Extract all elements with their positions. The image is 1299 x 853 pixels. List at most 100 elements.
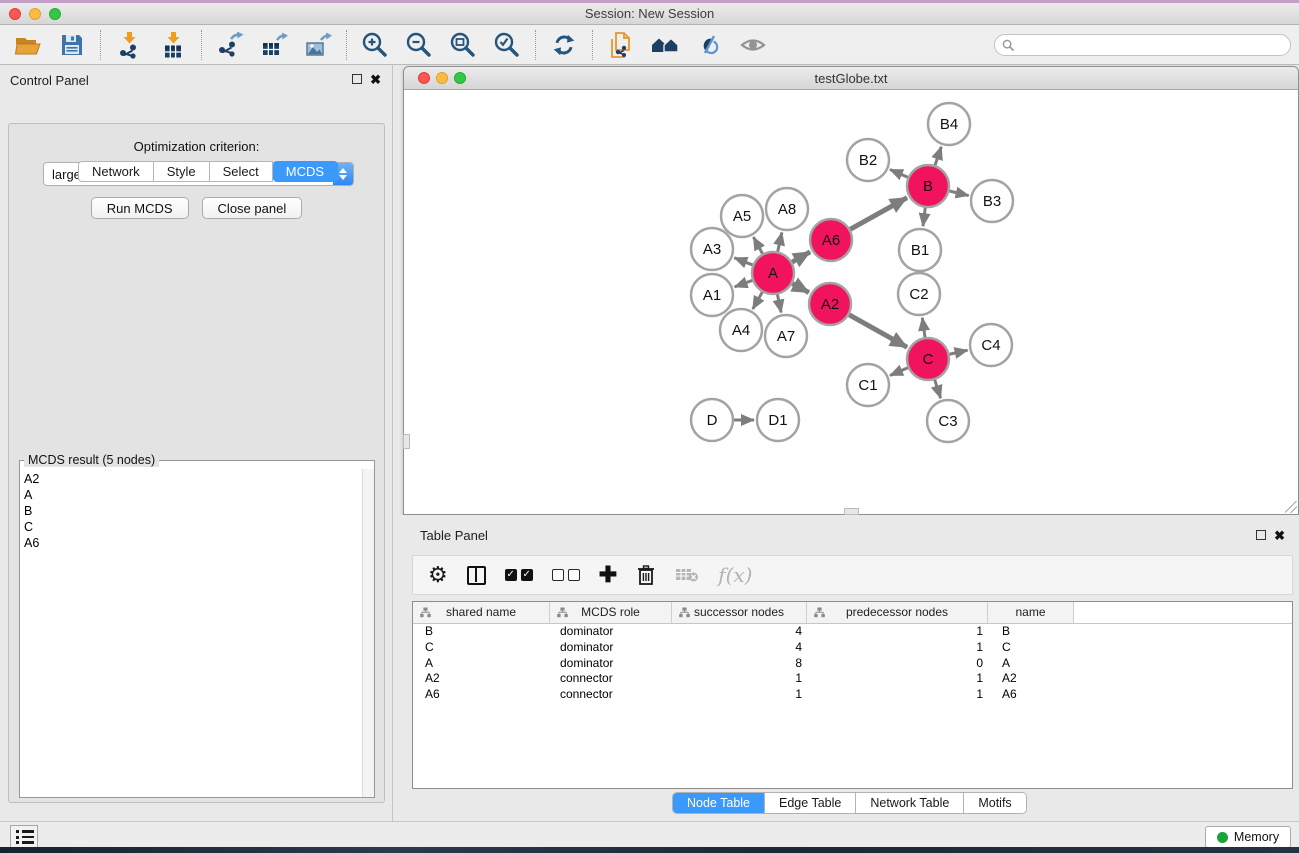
refresh-icon[interactable]	[549, 30, 579, 60]
node-A[interactable]: A	[752, 252, 794, 294]
run-mcds-button[interactable]: Run MCDS	[91, 197, 189, 219]
node-B4[interactable]: B4	[928, 103, 970, 145]
zoom-fit-icon[interactable]	[448, 30, 478, 60]
tab-edge-table[interactable]: Edge Table	[764, 793, 855, 813]
table-row[interactable]: Cdominator41C	[413, 640, 1292, 656]
node-B2[interactable]: B2	[847, 139, 889, 181]
export-image-icon[interactable]	[303, 30, 333, 60]
edge-C-C3[interactable]	[935, 380, 941, 398]
result-item[interactable]: B	[24, 503, 362, 519]
save-session-icon[interactable]	[57, 30, 87, 60]
edge-A-A2[interactable]	[792, 284, 809, 293]
toggle-graphics-details-icon[interactable]	[694, 30, 724, 60]
table-row[interactable]: A2connector11A2	[413, 671, 1292, 687]
table-row[interactable]: A6connector11A6	[413, 687, 1292, 703]
preview-eye-icon[interactable]	[738, 30, 768, 60]
node-D[interactable]: D	[691, 399, 733, 441]
node-A1[interactable]: A1	[691, 274, 733, 316]
tab-mcds[interactable]: MCDS	[273, 161, 338, 182]
task-history-button[interactable]	[10, 825, 38, 849]
delete-row-icon[interactable]	[636, 562, 656, 588]
node-D1[interactable]: D1	[757, 399, 799, 441]
edge-A2-C[interactable]	[849, 315, 907, 347]
import-network-icon[interactable]	[114, 30, 144, 60]
node-B[interactable]: B	[907, 165, 949, 207]
column-header-MCDS-role[interactable]: MCDS role	[550, 602, 672, 623]
tab-network[interactable]: Network	[78, 161, 154, 182]
add-row-icon[interactable]: ✚	[599, 562, 617, 588]
edge-A-A5[interactable]	[753, 237, 762, 254]
node-B1[interactable]: B1	[899, 229, 941, 271]
edge-A-A1[interactable]	[735, 280, 753, 286]
close-panel-icon[interactable]: ✖	[370, 73, 381, 86]
column-header-shared-name[interactable]: shared name	[413, 602, 550, 623]
node-A6[interactable]: A6	[810, 219, 852, 261]
column-header-name[interactable]: name	[988, 602, 1074, 623]
tab-network-table[interactable]: Network Table	[855, 793, 963, 813]
window-resize-grip[interactable]	[1285, 501, 1297, 513]
show-columns-icon[interactable]	[467, 562, 486, 588]
edge-C-C4[interactable]	[949, 350, 967, 354]
column-header-successor-nodes[interactable]: successor nodes	[672, 602, 807, 623]
search-input[interactable]	[1015, 36, 1290, 54]
network-graph[interactable]: A5A8 A3A1A4A7 A A6 A2 B B2 B4B3 B1 C C2 C4 C1 C3 D D1	[404, 90, 1298, 514]
memory-button[interactable]: Memory	[1205, 826, 1291, 848]
deselect-all-icon[interactable]	[552, 562, 580, 588]
node-C4[interactable]: C4	[970, 324, 1012, 366]
mcds-result-list[interactable]: A2ABCA6	[20, 469, 362, 797]
canvas-left-scrollbar-nub[interactable]	[403, 434, 410, 449]
edge-A-A6[interactable]	[792, 252, 810, 262]
float-panel-icon[interactable]	[352, 74, 362, 84]
canvas-bottom-scrollbar-nub[interactable]	[844, 508, 859, 515]
table-row[interactable]: Adominator80A	[413, 656, 1292, 672]
result-item[interactable]: C	[24, 519, 362, 535]
node-A5[interactable]: A5	[721, 195, 763, 237]
table-row[interactable]: Bdominator41B	[413, 624, 1292, 640]
tab-select[interactable]: Select	[210, 161, 273, 182]
clone-network-icon[interactable]	[606, 30, 636, 60]
node-C[interactable]: C	[907, 338, 949, 380]
open-file-icon[interactable]	[13, 30, 43, 60]
node-table[interactable]: shared nameMCDS rolesuccessor nodesprede…	[412, 601, 1293, 789]
export-table-icon[interactable]	[259, 30, 289, 60]
node-A3[interactable]: A3	[691, 228, 733, 270]
settings-gear-icon[interactable]: ⚙	[428, 562, 448, 588]
table-close-panel-icon[interactable]: ✖	[1274, 529, 1285, 542]
edge-A-A4[interactable]	[753, 292, 762, 309]
result-item[interactable]: A6	[24, 535, 362, 551]
zoom-selected-icon[interactable]	[492, 30, 522, 60]
node-C2[interactable]: C2	[898, 273, 940, 315]
node-C1[interactable]: C1	[847, 364, 889, 406]
home-layout-icon[interactable]	[650, 30, 680, 60]
edge-A6-B[interactable]	[850, 198, 907, 230]
result-scrollbar[interactable]	[362, 469, 374, 797]
edge-C-C2[interactable]	[922, 318, 925, 337]
edge-B-B1[interactable]	[923, 208, 925, 226]
node-C3[interactable]: C3	[927, 400, 969, 442]
result-item[interactable]: A	[24, 487, 362, 503]
zoom-in-icon[interactable]	[360, 30, 390, 60]
tab-node-table[interactable]: Node Table	[673, 793, 764, 813]
edge-A-A3[interactable]	[734, 258, 752, 265]
table-float-panel-icon[interactable]	[1256, 530, 1266, 540]
select-all-icon[interactable]: ✓✓	[505, 562, 533, 588]
node-A8[interactable]: A8	[766, 188, 808, 230]
tab-style[interactable]: Style	[154, 161, 210, 182]
node-A2[interactable]: A2	[809, 283, 851, 325]
edge-C-C1[interactable]	[890, 368, 908, 376]
export-network-icon[interactable]	[215, 30, 245, 60]
search-box[interactable]	[994, 34, 1291, 56]
network-canvas[interactable]: A5A8 A3A1A4A7 A A6 A2 B B2 B4B3 B1 C C2 C4 C1 C3 D D1	[404, 90, 1298, 514]
edge-B-B4[interactable]	[935, 147, 941, 165]
import-table-icon[interactable]	[158, 30, 188, 60]
edge-A-A7[interactable]	[777, 295, 781, 313]
node-A4[interactable]: A4	[720, 309, 762, 351]
result-item[interactable]: A2	[24, 471, 362, 487]
node-A7[interactable]: A7	[765, 315, 807, 357]
tab-motifs[interactable]: Motifs	[963, 793, 1025, 813]
node-B3[interactable]: B3	[971, 180, 1013, 222]
edge-B-B3[interactable]	[949, 191, 968, 196]
column-header-predecessor-nodes[interactable]: predecessor nodes	[807, 602, 988, 623]
function-builder-icon[interactable]: f(x)	[718, 562, 752, 588]
delete-table-icon[interactable]	[675, 562, 699, 588]
